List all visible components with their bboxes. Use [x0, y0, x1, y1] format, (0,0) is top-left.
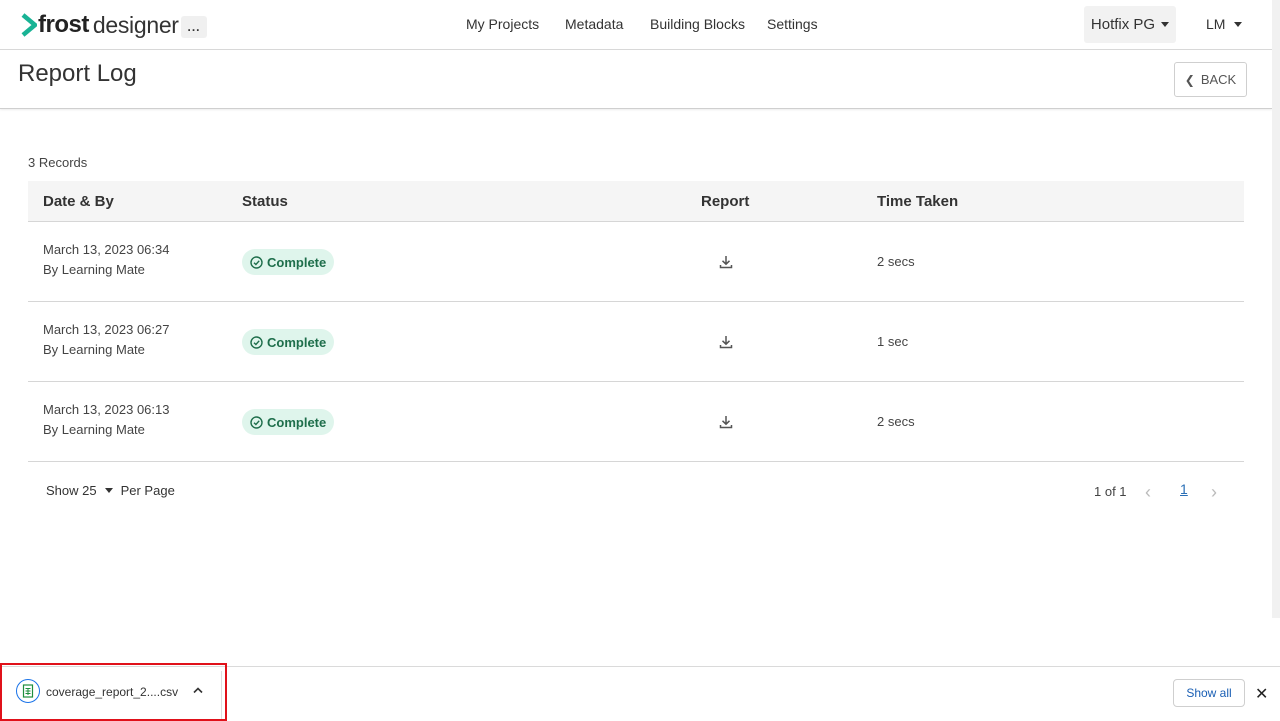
chevron-up-icon[interactable] [192, 683, 204, 697]
date-cell: March 13, 2023 06:34 By Learning Mate [43, 240, 169, 280]
report-log-table: Date & By Status Report Time Taken March… [28, 181, 1244, 462]
close-icon[interactable]: ✕ [1255, 684, 1268, 704]
date-text: March 13, 2023 06:27 [43, 322, 170, 337]
download-bar: coverage_report_2....csv Show all ✕ [0, 663, 1280, 721]
time-taken: 1 sec [877, 334, 909, 349]
user-initials: LM [1206, 16, 1226, 32]
next-page-icon[interactable]: › [1211, 482, 1217, 503]
status-badge: Complete [242, 329, 335, 355]
chevron-left-icon: ❮ [1184, 72, 1195, 87]
org-switcher[interactable]: Hotfix PG [1084, 6, 1176, 43]
per-page-label: Per Page [120, 483, 175, 498]
header-date-by: Date & By [43, 193, 114, 210]
check-circle-icon [250, 335, 263, 349]
by-text: By Learning Mate [43, 262, 145, 277]
top-navbar: frost designer ... My Projects Metadata … [0, 0, 1272, 50]
page-number-link[interactable]: 1 [1180, 481, 1188, 497]
table-header: Date & By Status Report Time Taken [28, 181, 1244, 222]
page-scrollbar[interactable] [1272, 0, 1280, 618]
time-taken: 2 secs [877, 254, 915, 269]
show-count: Show 25 [46, 483, 97, 498]
table-row: March 13, 2023 06:13 By Learning Mate Co… [28, 382, 1244, 462]
check-circle-icon [250, 255, 263, 269]
status-text: Complete [267, 254, 327, 270]
date-cell: March 13, 2023 06:13 By Learning Mate [43, 400, 169, 440]
caret-down-icon [104, 488, 113, 493]
caret-down-icon [1161, 22, 1170, 27]
table-row: March 13, 2023 06:27 By Learning Mate Co… [28, 302, 1244, 382]
by-text: By Learning Mate [43, 422, 145, 437]
table-row: March 13, 2023 06:34 By Learning Mate Co… [28, 222, 1244, 302]
nav-settings[interactable]: Settings [767, 16, 818, 32]
header-report: Report [701, 193, 750, 210]
back-label: BACK [1200, 72, 1237, 87]
prev-page-icon[interactable]: ‹ [1145, 482, 1151, 503]
status-text: Complete [267, 334, 327, 350]
back-button[interactable]: ❮ BACK [1174, 62, 1247, 97]
status-text: Complete [267, 414, 327, 430]
status-badge: Complete [242, 409, 335, 435]
header-time-taken: Time Taken [877, 193, 959, 210]
page-info: 1 of 1 [1094, 484, 1127, 499]
date-text: March 13, 2023 06:13 [43, 402, 170, 417]
status-badge: Complete [242, 249, 335, 275]
show-all-downloads-button[interactable]: Show all [1173, 679, 1245, 707]
org-name: Hotfix PG [1090, 16, 1156, 33]
download-icon[interactable] [719, 335, 733, 349]
nav-metadata[interactable]: Metadata [565, 16, 623, 32]
date-cell: March 13, 2023 06:27 By Learning Mate [43, 320, 169, 360]
download-file-name: coverage_report_2....csv [46, 685, 179, 699]
records-count: 3 Records [28, 155, 88, 170]
page-title: Report Log [18, 60, 137, 87]
nav-my-projects[interactable]: My Projects [466, 16, 539, 32]
date-text: March 13, 2023 06:34 [43, 242, 170, 257]
download-icon[interactable] [719, 255, 733, 269]
page-header: Report Log ❮ BACK [0, 50, 1272, 109]
by-text: By Learning Mate [43, 342, 145, 357]
check-circle-icon [250, 415, 263, 429]
csv-file-icon [16, 679, 40, 703]
download-icon[interactable] [719, 415, 733, 429]
download-separator [221, 671, 222, 719]
table-footer: Show 25 Per Page 1 of 1 ‹ 1 › [28, 476, 1244, 506]
user-menu[interactable]: LM [1206, 16, 1243, 32]
header-status: Status [242, 193, 288, 210]
download-item[interactable]: coverage_report_2....csv [0, 663, 227, 721]
caret-down-icon [1234, 21, 1243, 27]
per-page-selector[interactable]: Show 25 Per Page [46, 483, 175, 498]
nav-building-blocks[interactable]: Building Blocks [650, 16, 745, 32]
time-taken: 2 secs [877, 414, 915, 429]
